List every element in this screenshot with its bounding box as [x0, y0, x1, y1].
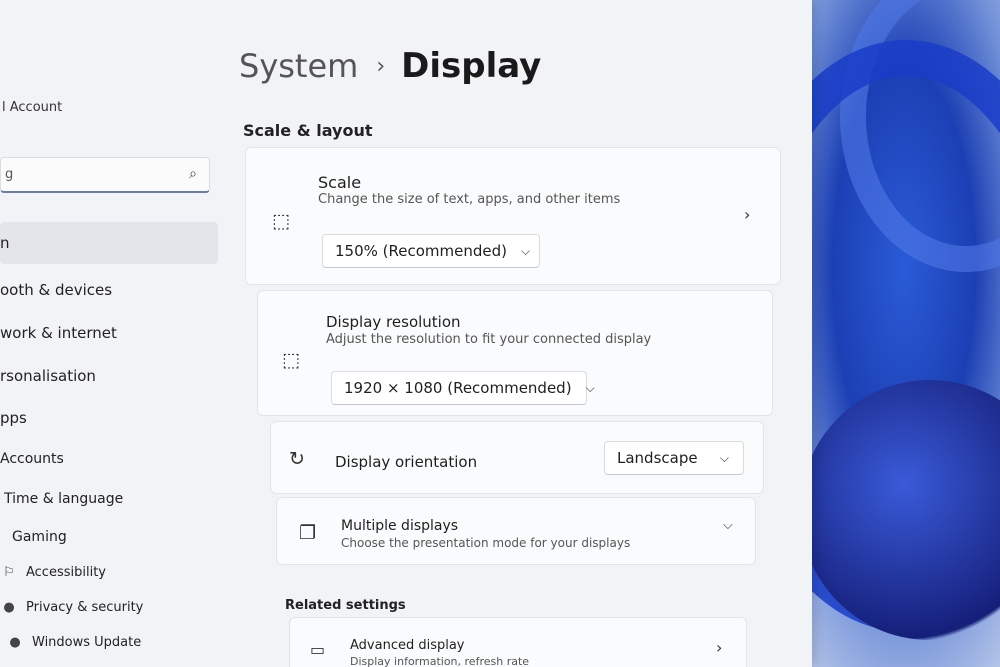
breadcrumb-system[interactable]: System [239, 47, 358, 85]
breadcrumb: System › Display [239, 46, 541, 86]
shield-icon: ● [3, 600, 15, 615]
chevron-right-icon[interactable]: › [744, 205, 750, 224]
sidebar-item-label: Windows Update [32, 635, 142, 650]
sidebar: l Account ⌕ n ooth & devices work & inte… [0, 0, 225, 667]
orientation-title: Display orientation [335, 453, 478, 471]
search-input[interactable] [1, 158, 177, 190]
chevron-right-icon[interactable]: › [716, 638, 722, 657]
sidebar-item-network[interactable]: work & internet [0, 312, 218, 353]
sidebar-item-system[interactable]: n [0, 222, 218, 264]
sidebar-item-label: pps [0, 408, 27, 427]
resolution-title: Display resolution [326, 313, 461, 331]
sidebar-item-gaming[interactable]: Gaming [0, 516, 218, 557]
page-title: Display [401, 46, 542, 86]
settings-window: l Account ⌕ n ooth & devices work & inte… [0, 0, 812, 667]
multiple-displays-description: Choose the presentation mode for your di… [341, 536, 631, 550]
orientation-card: ↻ Display orientation Landscape ⌵ [270, 421, 764, 494]
resolution-dropdown-value: 1920 × 1080 (Recommended) [344, 379, 572, 397]
related-settings-title: Related settings [285, 598, 406, 613]
multiple-displays-title: Multiple displays [341, 518, 459, 534]
orientation-icon: ↻ [289, 448, 305, 470]
scale-icon: ⬚ [272, 210, 290, 232]
scale-title: Scale [318, 173, 362, 192]
sidebar-nav: n ooth & devices work & internet rsonali… [0, 222, 218, 663]
advanced-display-description: Display information, refresh rate [350, 655, 530, 667]
chevron-down-icon: ⌵ [521, 243, 531, 258]
monitor-icon: ▭ [310, 640, 326, 659]
multiple-displays-icon: ❐ [299, 522, 317, 544]
chevron-down-icon: ⌵ [719, 450, 729, 465]
scale-dropdown[interactable]: 150% (Recommended) ⌵ [322, 234, 540, 268]
sidebar-item-label: Time & language [4, 490, 124, 507]
chevron-right-icon: › [376, 53, 386, 79]
account-name: l Account [2, 100, 63, 115]
orientation-dropdown[interactable]: Landscape ⌵ [604, 441, 744, 475]
resolution-icon: ⬚ [282, 349, 300, 371]
chevron-down-icon: ⌵ [585, 380, 595, 395]
orientation-dropdown-value: Landscape [617, 449, 698, 467]
sidebar-item-apps[interactable]: pps [0, 397, 218, 438]
scale-description: Change the size of text, apps, and other… [318, 192, 621, 207]
sidebar-item-label: work & internet [0, 323, 117, 342]
update-icon: ● [9, 635, 21, 650]
sidebar-item-personalisation[interactable]: rsonalisation [0, 355, 218, 396]
sidebar-item-label: n [0, 234, 10, 252]
sidebar-item-label: Accounts [0, 450, 64, 467]
sidebar-item-label: rsonalisation [0, 366, 96, 385]
chevron-down-icon[interactable]: ⌵ [723, 518, 733, 533]
resolution-card: ⬚ Display resolution Adjust the resoluti… [257, 290, 773, 416]
sidebar-item-accounts[interactable]: Accounts [0, 438, 218, 479]
accessibility-icon: ⚐ [3, 565, 15, 580]
search-icon[interactable]: ⌕ [189, 166, 197, 182]
resolution-description: Adjust the resolution to fit your connec… [326, 332, 652, 347]
scale-dropdown-value: 150% (Recommended) [335, 242, 507, 260]
section-title: Scale & layout [243, 121, 373, 140]
main-content: System › Display Scale & layout ⬚ Scale … [235, 0, 795, 667]
advanced-display-card[interactable]: ▭ Advanced display Display information, … [289, 617, 747, 667]
sidebar-item-windows-update[interactable]: ● Windows Update [0, 622, 218, 663]
sidebar-item-bluetooth[interactable]: ooth & devices [0, 269, 218, 310]
scale-card[interactable]: ⬚ Scale Change the size of text, apps, a… [245, 147, 781, 285]
search-box[interactable]: ⌕ [0, 157, 210, 193]
sidebar-item-label: Gaming [12, 528, 67, 545]
multiple-displays-card[interactable]: ❐ Multiple displays Choose the presentat… [276, 497, 756, 565]
sidebar-item-label: ooth & devices [0, 280, 113, 299]
advanced-display-title: Advanced display [350, 638, 465, 653]
sidebar-item-time-language[interactable]: Time & language [0, 478, 218, 519]
resolution-dropdown[interactable]: 1920 × 1080 (Recommended) ⌵ [331, 371, 595, 405]
sidebar-item-label: Privacy & security [26, 600, 144, 615]
sidebar-item-label: Accessibility [26, 565, 106, 580]
